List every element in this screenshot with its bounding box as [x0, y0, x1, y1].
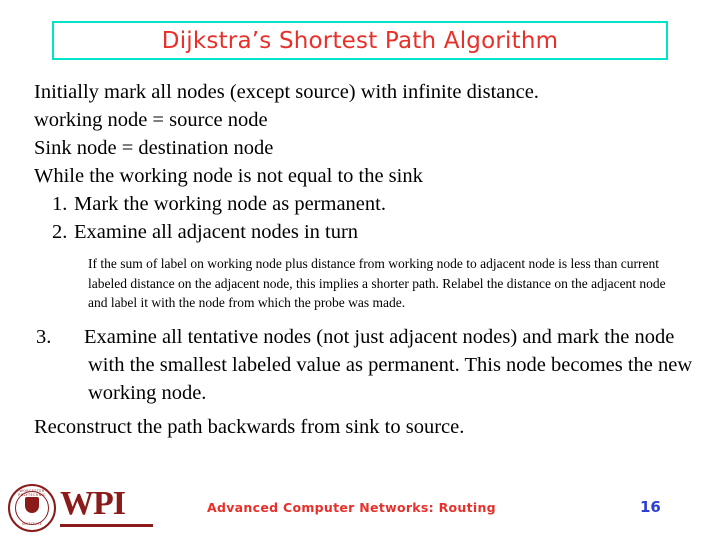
note-paragraph: If the sum of label on working node plus… — [88, 256, 666, 310]
list-item: 2. Examine all adjacent nodes in turn — [34, 218, 694, 246]
list-item-label: Examine all adjacent nodes in turn — [74, 221, 359, 243]
slide: Dijkstra’s Shortest Path Algorithm Initi… — [0, 0, 720, 540]
seal-bottom-label: INSTITUTE — [21, 522, 43, 526]
list-item: 1. Mark the working node as permanent. — [34, 190, 694, 218]
list-item-label: Examine all tentative nodes (not just ad… — [84, 325, 693, 404]
wpi-logo: WORCESTER POLYTECHNIC INSTITUTE WPI — [8, 484, 153, 534]
list-item: 3. Examine all tentative nodes (not just … — [36, 323, 698, 407]
body-line: Reconstruct the path backwards from sink… — [34, 415, 465, 438]
wpi-rule — [60, 524, 153, 527]
page-title: Dijkstra’s Shortest Path Algorithm — [161, 27, 559, 54]
list-item-number: 1. — [52, 193, 68, 215]
seal-shield-icon — [25, 497, 39, 513]
list-item-label: Mark the working node as permanent. — [74, 193, 386, 215]
wpi-wordmark: WPI — [60, 485, 126, 522]
seal-top-label: WORCESTER POLYTECHNIC — [18, 489, 46, 497]
slide-body: Initially mark all nodes (except source)… — [34, 78, 694, 441]
body-line: Sink node = destination node — [34, 137, 274, 159]
body-line: While the working node is not equal to t… — [34, 165, 423, 187]
slide-title-box: Dijkstra’s Shortest Path Algorithm — [52, 21, 668, 60]
body-line: working node = source node — [34, 109, 268, 131]
page-number: 16 — [640, 498, 661, 516]
list-item-number: 3. — [36, 325, 52, 348]
wpi-seal-icon: WORCESTER POLYTECHNIC INSTITUTE — [8, 484, 56, 532]
footer-label: Advanced Computer Networks: Routing — [207, 500, 496, 515]
body-line: Initially mark all nodes (except source)… — [34, 81, 539, 103]
list-item-number: 2. — [52, 221, 68, 243]
